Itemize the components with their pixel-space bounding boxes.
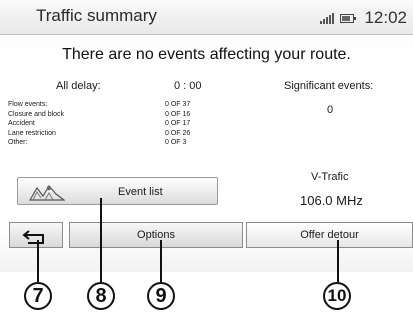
traffic-map-icon bbox=[29, 184, 65, 201]
event-label: Flow events: bbox=[8, 101, 48, 108]
offer-detour-label: Offer detour bbox=[300, 229, 359, 241]
event-label: Lane restriction bbox=[8, 129, 56, 137]
traffic-summary-screen: Traffic summary 12:02 There are no event… bbox=[0, 0, 413, 272]
offer-detour-button[interactable]: Offer detour bbox=[246, 222, 413, 248]
callout-line-7 bbox=[37, 240, 39, 282]
event-label: Accident bbox=[8, 120, 35, 127]
callout-7: 7 bbox=[24, 282, 52, 310]
event-count: 0 OF 17 bbox=[165, 120, 191, 127]
event-list-button[interactable]: Event list bbox=[17, 177, 218, 205]
callout-8: 8 bbox=[87, 282, 115, 310]
callout-10: 10 bbox=[323, 282, 351, 310]
callout-line-10 bbox=[337, 240, 339, 282]
bottom-bar: Options Offer detour bbox=[0, 222, 413, 272]
radio-frequency: 106.0 MHz bbox=[300, 193, 363, 208]
route-status-message: There are no events affecting your route… bbox=[62, 46, 351, 63]
all-delay-label: All delay: bbox=[56, 80, 101, 92]
callout-9: 9 bbox=[147, 282, 175, 310]
event-count: 0 OF 16 bbox=[165, 110, 191, 118]
radio-station: V-Trafic bbox=[311, 171, 349, 183]
event-count: 0 OF 37 bbox=[165, 101, 191, 108]
event-row-lane-restriction: Lane restriction 0 OF 26 bbox=[8, 129, 208, 139]
event-row-other: Other: 0 OF 3 bbox=[8, 138, 208, 148]
options-button[interactable]: Options bbox=[69, 222, 243, 248]
event-row-accident: Accident 0 OF 17 bbox=[8, 119, 208, 129]
event-list-label: Event list bbox=[118, 186, 163, 198]
all-delay-value: 0 : 00 bbox=[174, 80, 202, 92]
header-bar: Traffic summary 12:02 bbox=[0, 0, 413, 35]
back-button[interactable] bbox=[9, 222, 63, 248]
callout-line-8 bbox=[100, 198, 102, 282]
event-count: 0 OF 3 bbox=[165, 139, 187, 146]
event-label: Closure and block bbox=[8, 110, 65, 118]
options-label: Options bbox=[137, 229, 175, 241]
battery-icon bbox=[340, 13, 357, 23]
event-row-flow: Flow events: 0 OF 37 bbox=[8, 100, 208, 110]
event-row-closure: Closure and block 0 OF 16 bbox=[8, 110, 208, 120]
significant-events-label: Significant events: bbox=[284, 80, 374, 92]
event-label: Other: bbox=[8, 139, 28, 146]
significant-events-value: 0 bbox=[327, 104, 334, 116]
status-area: 12:02 bbox=[320, 8, 407, 28]
clock: 12:02 bbox=[364, 8, 407, 27]
event-counts-list: Flow events: 0 OF 37 Closure and block 0… bbox=[8, 100, 208, 148]
signal-icon bbox=[320, 12, 335, 24]
page-title: Traffic summary bbox=[36, 6, 157, 25]
event-count: 0 OF 26 bbox=[165, 129, 191, 137]
callout-line-9 bbox=[160, 240, 162, 282]
